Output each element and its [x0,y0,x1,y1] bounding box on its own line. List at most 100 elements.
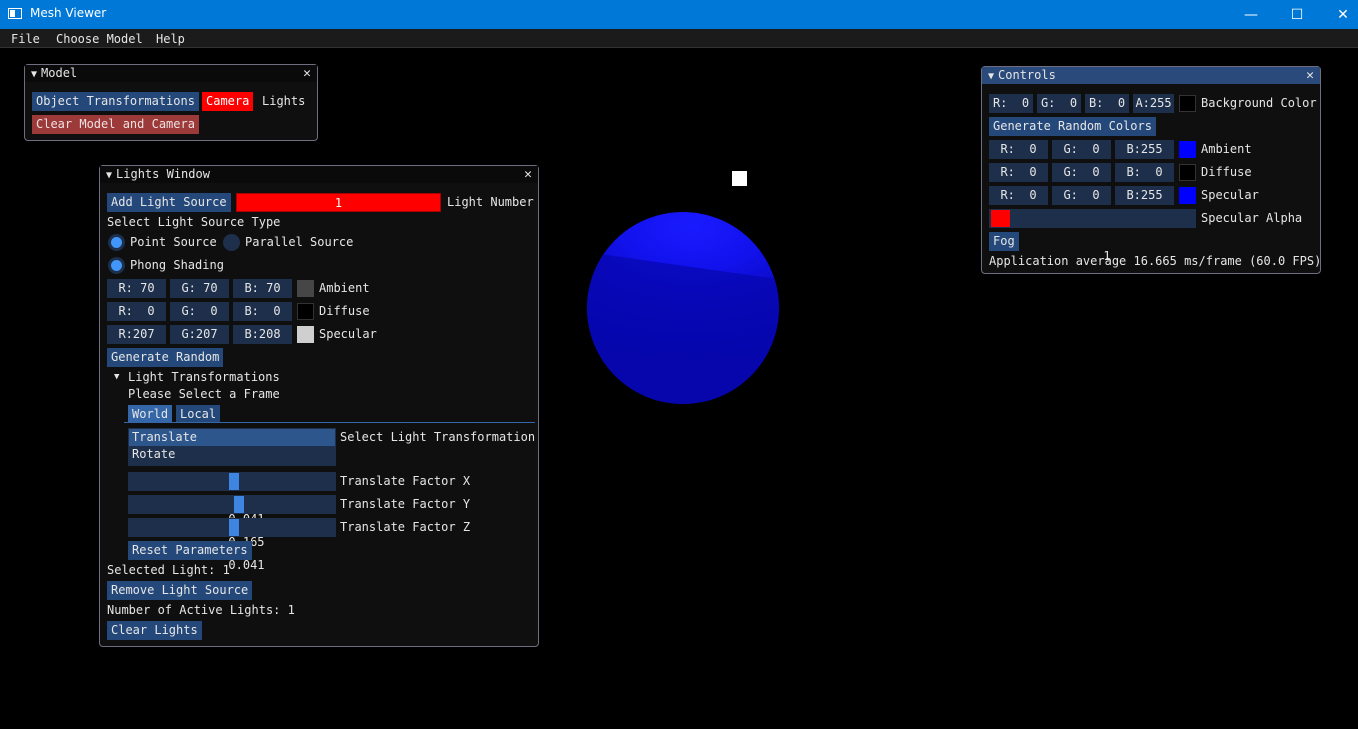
bg-r-field[interactable]: R: 0 [989,94,1033,113]
ambient-label: Ambient [319,281,370,295]
lights-window-titlebar[interactable]: ▼ Lights Window [100,166,538,183]
object-transformations-button[interactable]: Object Transformations [32,92,199,111]
specular-b-field[interactable]: B:208 [233,325,292,344]
diffuse-g-field[interactable]: G: 0 [170,302,229,321]
bg-b-field[interactable]: B: 0 [1085,94,1129,113]
specular-r-field[interactable]: R: 0 [989,186,1048,205]
ambient-g-field[interactable]: G: 0 [1052,140,1111,159]
select-light-type-label: Select Light Source Type [107,215,281,229]
diffuse-color-swatch[interactable] [1179,164,1196,181]
ambient-color-swatch[interactable] [1179,141,1196,158]
camera-button[interactable]: Camera [202,92,254,111]
light-number-label: Light Number [447,195,534,209]
point-source-radio[interactable] [108,234,125,251]
controls-window: ▼ Controls ✕ R: 0 G: 0 B: 0 A:255 Backgro… [981,66,1321,274]
specular-g-field[interactable]: G:207 [170,325,229,344]
close-icon[interactable]: ✕ [524,166,532,183]
fog-button[interactable]: Fog [989,232,1019,251]
diffuse-g-field[interactable]: G: 0 [1052,163,1111,182]
diffuse-color-swatch[interactable] [297,303,314,320]
specular-label: Specular [319,327,377,341]
specular-color-swatch[interactable] [1179,187,1196,204]
app-icon [8,8,22,19]
diffuse-label: Diffuse [1201,165,1252,179]
tab-local[interactable]: Local [176,405,221,423]
phong-shading-radio[interactable] [108,257,125,274]
slider-grab[interactable] [991,210,1010,227]
translate-factor-z-label: Translate Factor Z [340,520,471,534]
specular-alpha-label: Specular Alpha [1201,211,1303,225]
ambient-r-field[interactable]: R: 70 [107,279,166,298]
specular-b-field[interactable]: B:255 [1115,186,1174,205]
light-number-slider[interactable]: 1 [236,193,441,212]
close-icon[interactable]: ✕ [303,65,311,82]
ambient-b-field[interactable]: B:255 [1115,140,1174,159]
slider-grab[interactable] [234,496,244,513]
active-lights-label: Number of Active Lights: 1 [107,603,295,617]
generate-random-colors-button[interactable]: Generate Random Colors [989,117,1156,136]
collapse-triangle-icon[interactable]: ▼ [106,170,112,181]
slider-grab[interactable] [229,519,239,536]
translate-factor-x-label: Translate Factor X [340,474,471,488]
ambient-b-field[interactable]: B: 70 [233,279,292,298]
tab-world[interactable]: World [128,405,173,423]
collapse-triangle-icon[interactable]: ▼ [31,69,37,80]
remove-light-source-button[interactable]: Remove Light Source [107,581,253,600]
clear-model-camera-button[interactable]: Clear Model and Camera [32,115,199,134]
lights-window-title: Lights Window [116,167,210,181]
diffuse-r-field[interactable]: R: 0 [989,163,1048,182]
diffuse-b-field[interactable]: B: 0 [233,302,292,321]
ambient-g-field[interactable]: G: 70 [170,279,229,298]
menu-help[interactable]: Help [156,32,185,46]
phong-shading-label: Phong Shading [130,258,224,272]
clear-lights-button[interactable]: Clear Lights [107,621,202,640]
close-button[interactable]: ✕ [1320,0,1358,29]
controls-window-title: Controls [998,68,1056,82]
tree-open-triangle-icon[interactable]: ▼ [114,368,119,387]
ambient-label: Ambient [1201,142,1252,156]
specular-alpha-slider[interactable]: 1 [989,209,1196,263]
specular-color-swatch[interactable] [297,326,314,343]
diffuse-r-field[interactable]: R: 0 [107,302,166,321]
close-icon[interactable]: ✕ [1306,67,1314,84]
select-light-transformation-label: Select Light Transformation [340,430,536,444]
add-light-source-button[interactable]: Add Light Source [107,193,231,212]
bg-a-field[interactable]: A:255 [1133,94,1174,113]
selected-light-label: Selected Light: 1 [107,563,230,577]
diffuse-b-field[interactable]: B: 0 [1115,163,1174,182]
translate-factor-y-label: Translate Factor Y [340,497,471,511]
translate-factor-x-slider[interactable]: 0.041 [128,472,336,526]
diffuse-label: Diffuse [319,304,370,318]
translate-factor-z-slider[interactable]: 0.041 [128,518,336,572]
ambient-r-field[interactable]: R: 0 [989,140,1048,159]
menu-choose-model[interactable]: Choose Model [56,32,143,46]
tab-divider [124,422,535,423]
menu-file[interactable]: File [11,32,40,46]
background-color-label: Background Color [1201,96,1317,110]
minimize-button[interactable]: — [1228,0,1274,29]
model-window-title: Model [41,66,78,80]
bg-g-field[interactable]: G: 0 [1037,94,1081,113]
specular-g-field[interactable]: G: 0 [1052,186,1111,205]
lights-button[interactable]: Lights [258,92,309,111]
slider-grab[interactable] [229,473,239,490]
background-color-swatch[interactable] [1179,95,1196,112]
translate-factor-y-slider[interactable]: 0.165 [128,495,336,549]
list-item-rotate[interactable]: Rotate [132,445,175,464]
generate-random-button[interactable]: Generate Random [107,348,224,367]
ambient-color-swatch[interactable] [297,280,314,297]
reset-parameters-button[interactable]: Reset Parameters [128,541,252,560]
maximize-button[interactable]: ☐ [1274,0,1320,29]
parallel-source-radio[interactable] [223,234,240,251]
light-source-marker [732,171,747,186]
specular-r-field[interactable]: R:207 [107,325,166,344]
specular-label: Specular [1201,188,1259,202]
collapse-triangle-icon[interactable]: ▼ [988,71,994,82]
point-source-label: Point Source [130,235,217,249]
model-window-titlebar[interactable]: ▼ Model [25,65,317,82]
model-window: ▼ Model ✕ Object Transformations Camera L… [24,64,318,141]
parallel-source-label: Parallel Source [245,235,354,249]
mesh-sphere [587,212,779,404]
controls-window-titlebar[interactable]: ▼ Controls [982,67,1320,84]
translate-factor-z-value: 0.041 [228,558,265,572]
